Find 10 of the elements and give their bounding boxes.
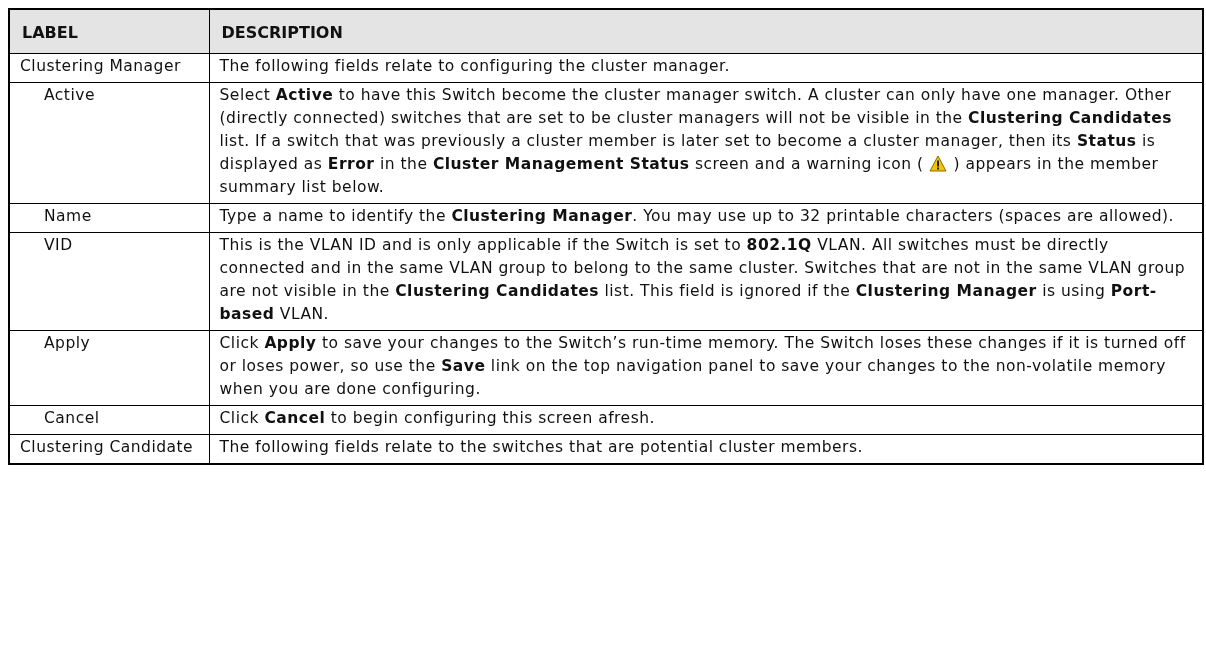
label-text: Apply: [44, 334, 91, 352]
label-text: Active: [44, 86, 95, 104]
label-text: Clustering Candidate: [20, 438, 194, 456]
label-text: Clustering Manager: [20, 57, 181, 75]
label-text: Name: [44, 207, 92, 225]
column-header: DESCRIPTION: [209, 9, 1203, 54]
label-text: VID: [44, 236, 73, 254]
warning-icon: [929, 155, 948, 172]
column-header: LABEL: [9, 9, 209, 54]
label-text: Cancel: [44, 409, 100, 427]
